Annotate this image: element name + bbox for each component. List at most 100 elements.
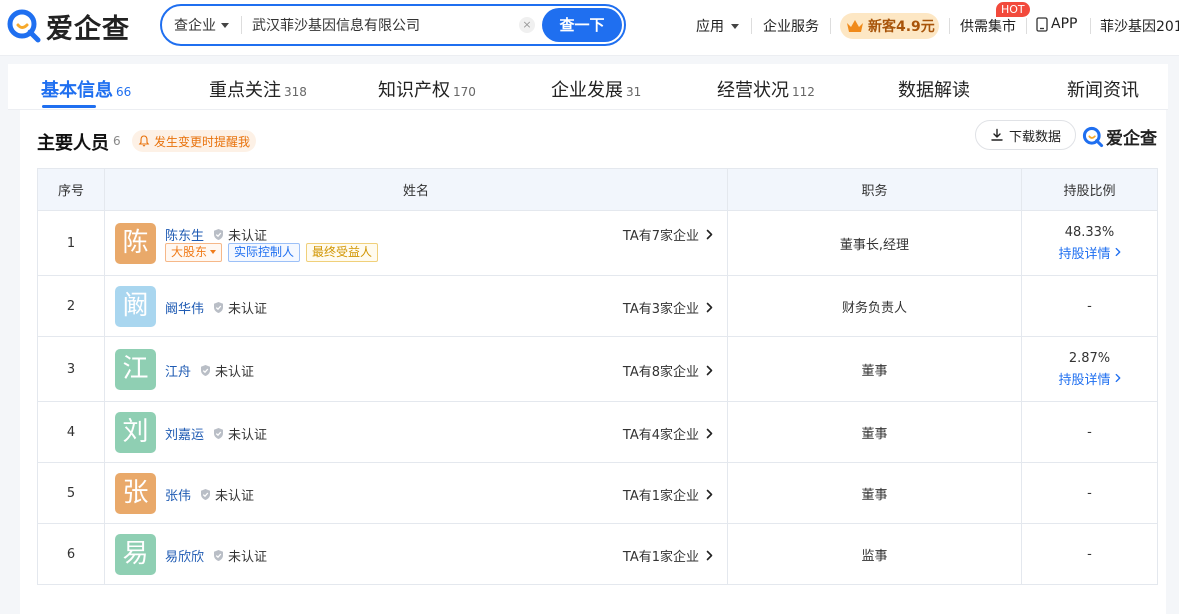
tab-count: 318 [284, 85, 307, 99]
person-name-link[interactable]: 阚华伟 [165, 298, 204, 317]
tab-count: 170 [453, 85, 476, 99]
nav-app[interactable]: APP [1036, 16, 1077, 32]
avatar[interactable]: 江 [115, 349, 156, 390]
caret-down-icon [731, 23, 739, 29]
tab-label: 数据解读 [898, 80, 970, 101]
related-companies-link[interactable]: TA有4家企业 [623, 424, 713, 443]
share-percent: 2.87% [1068, 350, 1111, 366]
tab-development[interactable]: 企业发展 31 [551, 76, 641, 102]
chevron-right-icon [706, 302, 713, 313]
tag-label: 大股东 [171, 245, 208, 259]
tab-count: 66 [116, 85, 132, 99]
caret-down-icon [221, 22, 229, 28]
table-row: 4 刘刘嘉运 未认证 TA有4家企业 董事 - [37, 401, 1158, 463]
tab-basic-info[interactable]: 基本信息 66 [41, 76, 131, 102]
search-button[interactable]: 查一下 [542, 8, 622, 42]
clear-icon[interactable]: × [519, 17, 535, 33]
share-percent: - [1087, 546, 1092, 562]
avatar[interactable]: 陈 [115, 223, 156, 264]
avatar[interactable]: 易 [115, 534, 156, 575]
person-name-group: 阚华伟 未认证 [165, 298, 267, 317]
share-cell: - [1021, 523, 1158, 585]
name-cell: 刘刘嘉运 未认证 TA有4家企业 [104, 401, 728, 463]
tab-news[interactable]: 新闻资讯 [1067, 76, 1139, 102]
person-name-group: 江舟 未认证 [165, 361, 254, 380]
avatar[interactable]: 刘 [115, 412, 156, 453]
key-personnel-panel: 主要人员 6 发生变更时提醒我 下载数据 爱企查 序号 姓名 职务 持股比例 1… [20, 110, 1166, 614]
search-divider [241, 16, 242, 34]
section-title: 主要人员 [37, 133, 109, 154]
bell-icon [138, 135, 150, 147]
tab-label: 新闻资讯 [1067, 80, 1139, 101]
related-companies-link[interactable]: TA有8家企业 [623, 361, 713, 380]
person-name-group: 刘嘉运 未认证 [165, 424, 267, 443]
related-companies-label: TA有3家企业 [622, 302, 699, 317]
tag-major-shareholder[interactable]: 大股东 [165, 243, 223, 262]
unverified-label: 未认证 [228, 229, 268, 244]
related-companies-link[interactable]: TA有1家企业 [623, 546, 713, 565]
section-count: 6 [113, 134, 121, 148]
tab-count: 112 [792, 85, 815, 99]
tab-data-insight[interactable]: 数据解读 [898, 76, 970, 102]
person-name-link[interactable]: 江舟 [165, 361, 191, 380]
share-percent: - [1087, 485, 1092, 501]
row-index: 5 [37, 462, 105, 524]
verify-shield-icon [201, 489, 211, 500]
related-companies-link[interactable]: TA有1家企业 [623, 485, 713, 504]
top-bar: 爱企查 查企业 × 查一下 应用 企业服务 新客4.9元 供需集市 HOT AP… [0, 0, 1179, 56]
person-name-link[interactable]: 陈东生 [165, 225, 204, 244]
name-cell: 陈陈东生 未认证 大股东 实际控制人 最终受益人 TA有7家企业 [104, 210, 728, 276]
nav-apps-label: 应用 [696, 19, 724, 35]
related-companies-label: TA有8家企业 [622, 365, 699, 380]
person-name-group: 易欣欣 未认证 [165, 546, 267, 565]
download-data-button[interactable]: 下载数据 [975, 120, 1076, 150]
avatar[interactable]: 阚 [115, 286, 156, 327]
person-name-link[interactable]: 刘嘉运 [165, 424, 204, 443]
nav-user[interactable]: 菲沙基因201 [1100, 16, 1179, 36]
tab-count: 31 [626, 85, 642, 99]
tab-operations[interactable]: 经营状况 112 [717, 76, 815, 102]
name-cell: 江江舟 未认证 TA有8家企业 [104, 336, 728, 402]
related-companies-link[interactable]: TA有7家企业 [623, 225, 713, 244]
nav-divider [751, 18, 752, 34]
search-bar: 查企业 × 查一下 [160, 4, 626, 46]
tab-key-focus[interactable]: 重点关注 318 [209, 76, 307, 102]
position-cell: 董事 [727, 336, 1022, 402]
tab-intellectual-property[interactable]: 知识产权 170 [378, 76, 476, 102]
related-companies-label: TA有1家企业 [622, 550, 699, 565]
header-position: 职务 [727, 168, 1022, 211]
search-input[interactable] [252, 17, 502, 33]
search-type-label: 查企业 [174, 18, 216, 34]
chevron-right-icon [706, 550, 713, 561]
logo-icon [1082, 126, 1104, 147]
header-share: 持股比例 [1021, 168, 1158, 211]
nav-apps[interactable]: 应用 [696, 16, 739, 36]
nav-market[interactable]: 供需集市 [960, 16, 1016, 36]
unverified-label: 未认证 [215, 489, 255, 504]
person-name-link[interactable]: 易欣欣 [165, 546, 204, 565]
search-type-dropdown[interactable]: 查企业 [174, 15, 229, 35]
nav-enterprise-service[interactable]: 企业服务 [763, 16, 819, 36]
share-detail-label: 持股详情 [1058, 246, 1111, 262]
table-row: 1 陈陈东生 未认证 大股东 实际控制人 最终受益人 TA有7家企业 董事长,经理 48.33%… [37, 210, 1158, 276]
personnel-table: 序号 姓名 职务 持股比例 1 陈陈东生 未认证 大股东 实际控制人 最终受益人 TA有7家… [37, 168, 1158, 585]
row-index: 1 [37, 210, 105, 276]
name-cell: 阚阚华伟 未认证 TA有3家企业 [104, 275, 728, 337]
related-companies-label: TA有4家企业 [622, 428, 699, 443]
verify-shield-icon [214, 229, 224, 240]
vip-promo-button[interactable]: 新客4.9元 [840, 13, 939, 39]
change-remind-button[interactable]: 发生变更时提醒我 [132, 130, 257, 152]
name-cell: 张张伟 未认证 TA有1家企业 [104, 462, 728, 524]
verify-shield-icon [214, 550, 224, 561]
tab-label: 企业发展 [551, 80, 623, 101]
related-companies-link[interactable]: TA有3家企业 [623, 298, 713, 317]
share-detail-link[interactable]: 持股详情 [1058, 243, 1120, 262]
share-cell: 48.33% 持股详情 [1021, 210, 1158, 276]
person-name-link[interactable]: 张伟 [165, 485, 191, 504]
share-detail-link[interactable]: 持股详情 [1058, 369, 1120, 388]
share-cell: - [1021, 462, 1158, 524]
header-index: 序号 [37, 168, 105, 211]
avatar[interactable]: 张 [115, 473, 156, 514]
table-row: 3 江江舟 未认证 TA有8家企业 董事 2.87% 持股详情 [37, 336, 1158, 402]
brand-logo[interactable]: 爱企查 [6, 6, 130, 46]
